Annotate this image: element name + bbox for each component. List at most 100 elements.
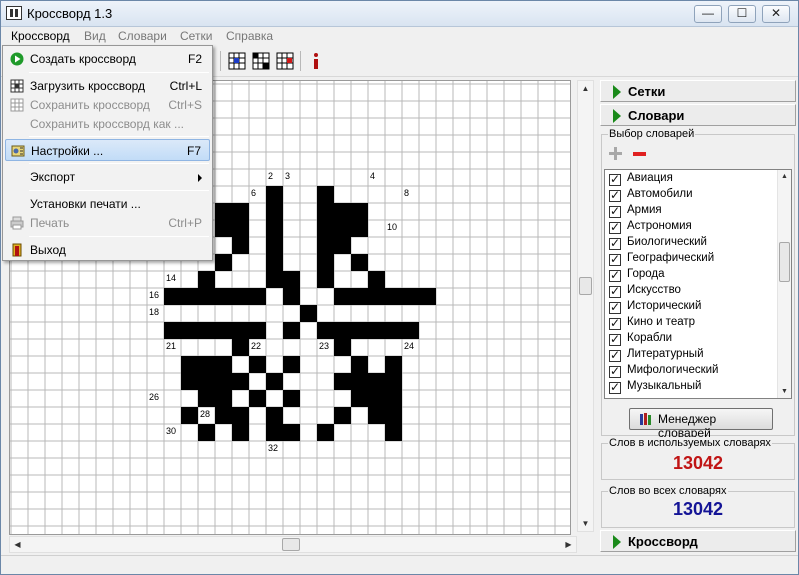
black-cell[interactable] bbox=[368, 390, 385, 407]
black-cell[interactable] bbox=[232, 339, 249, 356]
scroll-up-icon[interactable]: ▲ bbox=[778, 170, 791, 183]
black-cell[interactable] bbox=[385, 356, 402, 373]
black-cell[interactable] bbox=[266, 254, 283, 271]
menu-create-crossword[interactable]: Создать кроссворд F2 bbox=[5, 48, 210, 70]
black-cell[interactable] bbox=[232, 424, 249, 441]
black-cell[interactable] bbox=[317, 237, 334, 254]
black-cell[interactable] bbox=[215, 203, 232, 220]
black-cell[interactable] bbox=[351, 322, 368, 339]
black-cell[interactable] bbox=[334, 322, 351, 339]
menu-crossword[interactable]: Кроссворд bbox=[6, 28, 75, 44]
black-cell[interactable] bbox=[317, 220, 334, 237]
black-cell[interactable] bbox=[164, 288, 181, 305]
black-cell[interactable] bbox=[198, 356, 215, 373]
dictionary-checkbox[interactable] bbox=[609, 204, 621, 218]
menu-settings[interactable]: Настройки ... F7 bbox=[5, 139, 210, 161]
dictionary-checkbox[interactable] bbox=[609, 316, 621, 330]
black-cell[interactable] bbox=[215, 288, 232, 305]
black-cell[interactable] bbox=[266, 424, 283, 441]
black-cell[interactable] bbox=[249, 390, 266, 407]
dictionaries-section-header[interactable]: Словари bbox=[600, 104, 796, 126]
black-cell[interactable] bbox=[215, 390, 232, 407]
dictionary-checkbox[interactable] bbox=[609, 332, 621, 346]
black-cell[interactable] bbox=[385, 424, 402, 441]
black-cell[interactable] bbox=[368, 288, 385, 305]
black-cell[interactable] bbox=[266, 237, 283, 254]
black-cell[interactable] bbox=[181, 322, 198, 339]
black-cell[interactable] bbox=[198, 288, 215, 305]
black-cell[interactable] bbox=[368, 322, 385, 339]
crossword-section-header[interactable]: Кроссворд bbox=[600, 530, 796, 552]
black-cell[interactable] bbox=[283, 356, 300, 373]
black-cell[interactable] bbox=[334, 407, 351, 424]
scroll-down-icon[interactable]: ▼ bbox=[778, 385, 791, 398]
black-cell[interactable] bbox=[368, 373, 385, 390]
menu-dictionaries[interactable]: Словари bbox=[113, 28, 172, 44]
black-cell[interactable] bbox=[385, 288, 402, 305]
black-cell[interactable] bbox=[351, 356, 368, 373]
black-cell[interactable] bbox=[232, 322, 249, 339]
black-cell[interactable] bbox=[385, 322, 402, 339]
black-cell[interactable] bbox=[283, 424, 300, 441]
grid-blue-icon[interactable] bbox=[227, 51, 247, 71]
black-cell[interactable] bbox=[266, 271, 283, 288]
black-cell[interactable] bbox=[402, 288, 419, 305]
dictionary-checkbox[interactable] bbox=[609, 364, 621, 378]
black-cell[interactable] bbox=[351, 288, 368, 305]
dictionary-checkbox[interactable] bbox=[609, 300, 621, 314]
black-cell[interactable] bbox=[266, 220, 283, 237]
black-cell[interactable] bbox=[181, 407, 198, 424]
black-cell[interactable] bbox=[181, 356, 198, 373]
black-cell[interactable] bbox=[198, 390, 215, 407]
dictionary-checkbox[interactable] bbox=[609, 252, 621, 266]
dictionary-checkbox[interactable] bbox=[609, 268, 621, 282]
black-cell[interactable] bbox=[351, 373, 368, 390]
black-cell[interactable] bbox=[317, 322, 334, 339]
scroll-up-icon[interactable]: ▲ bbox=[578, 81, 593, 96]
menu-view[interactable]: Вид bbox=[79, 28, 111, 44]
black-cell[interactable] bbox=[368, 271, 385, 288]
black-cell[interactable] bbox=[215, 220, 232, 237]
dictionary-manager-button[interactable]: Менеджер словарей bbox=[629, 408, 773, 440]
black-cell[interactable] bbox=[317, 203, 334, 220]
black-cell[interactable] bbox=[164, 322, 181, 339]
black-cell[interactable] bbox=[351, 220, 368, 237]
black-cell[interactable] bbox=[198, 424, 215, 441]
dictionary-list-scrollbar[interactable]: ▲ ▼ bbox=[777, 170, 791, 398]
black-cell[interactable] bbox=[283, 390, 300, 407]
grid-fill-icon[interactable] bbox=[251, 51, 271, 71]
dictionary-checkbox[interactable] bbox=[609, 188, 621, 202]
menu-help[interactable]: Справка bbox=[221, 28, 278, 44]
menu-export[interactable]: Экспорт bbox=[5, 166, 210, 188]
black-cell[interactable] bbox=[249, 288, 266, 305]
scroll-left-icon[interactable]: ◀ bbox=[10, 537, 25, 552]
list-scroll-thumb[interactable] bbox=[779, 242, 790, 282]
black-cell[interactable] bbox=[334, 203, 351, 220]
black-cell[interactable] bbox=[232, 288, 249, 305]
dictionary-checkbox[interactable] bbox=[609, 348, 621, 362]
black-cell[interactable] bbox=[266, 407, 283, 424]
menu-save-crossword-as[interactable]: Сохранить кроссворд как ... bbox=[5, 113, 210, 135]
vertical-scroll-thumb[interactable] bbox=[579, 277, 592, 295]
black-cell[interactable] bbox=[181, 288, 198, 305]
black-cell[interactable] bbox=[266, 373, 283, 390]
black-cell[interactable] bbox=[334, 220, 351, 237]
black-cell[interactable] bbox=[215, 407, 232, 424]
black-cell[interactable] bbox=[385, 373, 402, 390]
black-cell[interactable] bbox=[385, 407, 402, 424]
black-cell[interactable] bbox=[198, 373, 215, 390]
dictionary-checkbox[interactable] bbox=[609, 380, 621, 394]
black-cell[interactable] bbox=[351, 203, 368, 220]
dictionary-checkbox[interactable] bbox=[609, 172, 621, 186]
black-cell[interactable] bbox=[266, 203, 283, 220]
black-cell[interactable] bbox=[198, 271, 215, 288]
black-cell[interactable] bbox=[283, 271, 300, 288]
menu-exit[interactable]: Выход bbox=[5, 239, 210, 261]
add-dictionary-icon[interactable] bbox=[609, 147, 622, 160]
black-cell[interactable] bbox=[317, 254, 334, 271]
horizontal-scrollbar[interactable]: ◀ ▶ bbox=[9, 536, 577, 553]
menu-grids[interactable]: Сетки bbox=[175, 28, 217, 44]
black-cell[interactable] bbox=[266, 186, 283, 203]
black-cell[interactable] bbox=[334, 339, 351, 356]
scroll-right-icon[interactable]: ▶ bbox=[561, 537, 576, 552]
